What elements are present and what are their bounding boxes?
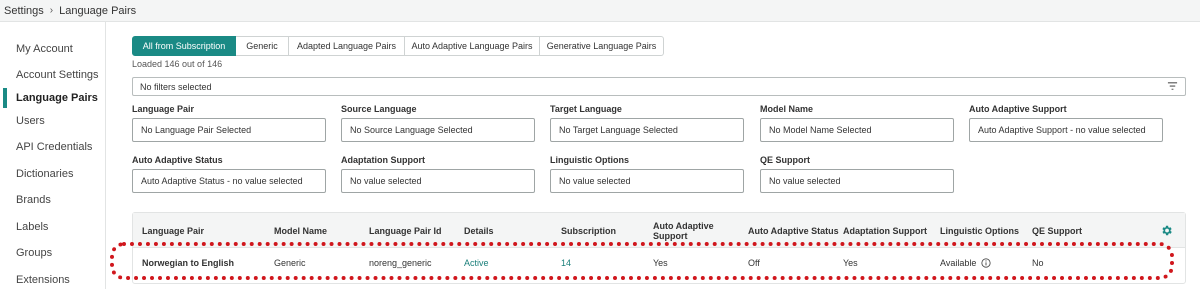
- column-header-qe-support[interactable]: QE Support: [1032, 226, 1082, 236]
- linguistic-options-select[interactable]: No value selected: [550, 169, 744, 193]
- tab-generative-language-pairs[interactable]: Generative Language Pairs: [540, 36, 664, 56]
- column-header-auto-adaptive-support[interactable]: Auto Adaptive Support: [653, 221, 737, 241]
- sidebar-item-groups[interactable]: Groups: [0, 243, 105, 263]
- breadcrumb: Settings › Language Pairs: [0, 0, 1200, 22]
- sidebar-item-language-pairs[interactable]: Language Pairs: [0, 88, 105, 108]
- column-header-subscription[interactable]: Subscription: [561, 226, 616, 236]
- column-header-details[interactable]: Details: [464, 226, 494, 236]
- tab-auto-adaptive-language-pairs[interactable]: Auto Adaptive Language Pairs: [405, 36, 540, 56]
- sidebar-item-api-credentials[interactable]: API Credentials: [0, 137, 105, 157]
- filter-summary-bar[interactable]: No filters selected: [132, 77, 1186, 96]
- source-language-select[interactable]: No Source Language Selected: [341, 118, 535, 142]
- info-icon[interactable]: [981, 258, 991, 268]
- column-header-language-pair-id[interactable]: Language Pair Id: [369, 226, 442, 236]
- target-language-select[interactable]: No Target Language Selected: [550, 118, 744, 142]
- linguistic-options-value: Available: [940, 258, 977, 268]
- sidebar: My Account Account Settings Language Pai…: [0, 22, 106, 289]
- auto-adaptive-status-select[interactable]: Auto Adaptive Status - no value selected: [132, 169, 326, 193]
- tab-all-from-subscription[interactable]: All from Subscription: [132, 36, 236, 56]
- filter-label-auto-adaptive-support: Auto Adaptive Support: [969, 104, 1067, 114]
- column-header-adaptation-support[interactable]: Adaptation Support: [843, 226, 927, 236]
- cell-adaptation-support: Yes: [843, 258, 858, 268]
- cell-linguistic-options: Available: [940, 258, 991, 268]
- column-header-language-pair[interactable]: Language Pair: [142, 226, 204, 236]
- cell-auto-adaptive-support: Yes: [653, 258, 668, 268]
- cell-qe-support: No: [1032, 258, 1044, 268]
- column-header-model-name[interactable]: Model Name: [274, 226, 327, 236]
- tab-adapted-language-pairs[interactable]: Adapted Language Pairs: [289, 36, 405, 56]
- filter-label-language-pair: Language Pair: [132, 104, 195, 114]
- sidebar-item-extensions[interactable]: Extensions: [0, 270, 105, 289]
- subscription-link[interactable]: 14: [561, 258, 571, 268]
- sidebar-item-users[interactable]: Users: [0, 111, 105, 131]
- breadcrumb-settings[interactable]: Settings: [4, 5, 44, 17]
- language-pair-tabs: All from Subscription Generic Adapted La…: [132, 36, 664, 56]
- sidebar-item-account-settings[interactable]: Account Settings: [0, 65, 105, 85]
- sidebar-item-brands[interactable]: Brands: [0, 190, 105, 210]
- breadcrumb-current: Language Pairs: [59, 4, 137, 17]
- column-header-auto-adaptive-status[interactable]: Auto Adaptive Status: [748, 226, 839, 236]
- filter-label-auto-adaptive-status: Auto Adaptive Status: [132, 155, 223, 165]
- cell-auto-adaptive-status: Off: [748, 258, 760, 268]
- filter-label-model-name: Model Name: [760, 104, 814, 114]
- sidebar-item-dictionaries[interactable]: Dictionaries: [0, 164, 105, 184]
- filter-label-source-language: Source Language: [341, 104, 417, 114]
- table-header: Language Pair Model Name Language Pair I…: [133, 213, 1185, 248]
- cell-language-pair-id: noreng_generic: [369, 258, 432, 268]
- qe-support-select[interactable]: No value selected: [760, 169, 954, 193]
- gear-icon[interactable]: [1160, 224, 1173, 237]
- filter-label-linguistic-options: Linguistic Options: [550, 155, 629, 165]
- column-header-linguistic-options[interactable]: Linguistic Options: [940, 226, 1019, 236]
- cell-model-name: Generic: [274, 258, 306, 268]
- filter-label-target-language: Target Language: [550, 104, 622, 114]
- language-pairs-table: Language Pair Model Name Language Pair I…: [132, 212, 1186, 284]
- adaptation-support-select[interactable]: No value selected: [341, 169, 535, 193]
- cell-language-pair: Norwegian to English: [142, 258, 235, 268]
- language-pair-select[interactable]: No Language Pair Selected: [132, 118, 326, 142]
- auto-adaptive-support-select[interactable]: Auto Adaptive Support - no value selecte…: [969, 118, 1163, 142]
- tab-generic[interactable]: Generic: [236, 36, 289, 56]
- model-name-select[interactable]: No Model Name Selected: [760, 118, 954, 142]
- loaded-count: Loaded 146 out of 146: [132, 59, 223, 69]
- filter-summary-text: No filters selected: [140, 81, 212, 92]
- sidebar-item-my-account[interactable]: My Account: [0, 39, 105, 59]
- filter-label-qe-support: QE Support: [760, 155, 810, 165]
- details-link[interactable]: Active: [464, 258, 489, 268]
- filter-icon[interactable]: [1167, 81, 1178, 92]
- sidebar-item-labels[interactable]: Labels: [0, 217, 105, 237]
- chevron-right-icon: ›: [49, 5, 54, 16]
- filter-label-adaptation-support: Adaptation Support: [341, 155, 425, 165]
